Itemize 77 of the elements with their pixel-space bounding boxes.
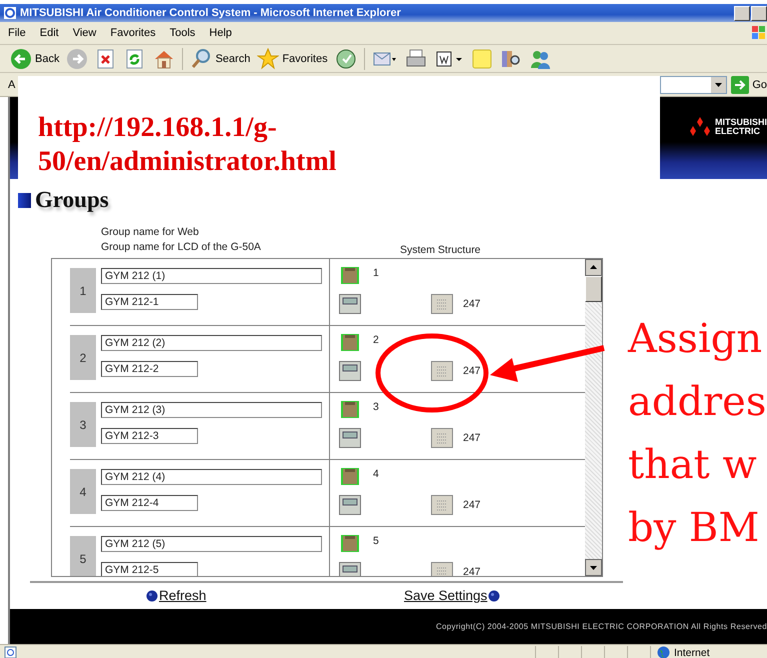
menu-item[interactable]: Help [209,27,232,39]
remote-controller-icon[interactable] [339,495,361,515]
page-icon [4,646,18,658]
address-field[interactable] [660,76,728,94]
controller-address: 247 [463,365,481,377]
heading-marker-icon [18,192,31,208]
scroll-thumb[interactable] [585,276,602,302]
controller-address: 247 [463,566,481,576]
group-number: 5 [70,536,96,576]
column-label: System Structure [399,243,482,258]
controller-address: 247 [463,432,481,444]
browser-icon [3,6,17,20]
web-name-field[interactable]: GYM 212 (1) [101,268,322,284]
unit-number: 5 [373,535,379,547]
unit-number: 1 [373,267,379,279]
controller-address: 247 [463,499,481,511]
window-title: MITSUBISHI Air Conditioner Control System - Microsoft Internet Explorer [20,7,402,19]
annotation-note: Assign addres that w by BM [628,315,766,553]
windows-logo-icon [751,25,767,41]
address-label: A [8,78,16,90]
column-label: Group name for LCD of the G-50A [101,240,262,255]
unit-number: 2 [373,334,379,346]
search-icon [190,48,212,70]
star-icon [257,48,280,70]
save-settings-link[interactable]: Save Settings [404,588,488,603]
back-button[interactable]: Back [10,48,60,70]
scroll-up-icon[interactable] [585,259,602,276]
menu-item[interactable]: File [8,27,26,39]
group-number: 1 [70,268,96,313]
indoor-unit-icon[interactable] [339,265,361,286]
web-name-field[interactable]: GYM 212 (3) [101,402,322,418]
lcd-name-field[interactable]: GYM 212-3 [101,428,198,444]
zone-label: Internet [674,646,710,658]
bullet-icon [488,590,500,602]
favorites-button[interactable]: Favorites [257,48,328,70]
unit-number: 4 [373,468,379,480]
search-button[interactable]: Search [190,48,250,70]
lcd-name-field[interactable]: GYM 212-1 [101,294,198,310]
scroll-down-icon[interactable] [585,559,602,576]
indoor-unit-icon[interactable] [339,399,361,420]
maximize-button[interactable] [751,6,767,20]
lcd-name-field[interactable]: GYM 212-4 [101,495,198,511]
brand-name: MITSUBISHI ELECTRIC [714,118,767,136]
menu-item[interactable]: View [72,27,96,39]
web-name-field[interactable]: GYM 212 (5) [101,536,322,552]
column-label: Group name for Web [101,225,200,240]
page-heading: Groups [35,187,109,213]
web-name-field[interactable]: GYM 212 (4) [101,469,322,485]
group-number: 4 [70,469,96,514]
remote-controller-icon[interactable] [339,361,361,381]
copyright-text: Copyright(C) 2004-2005 MITSUBISHI ELECTRIC CORPORATION All Rights Reserved [436,622,767,631]
refresh-link[interactable]: Refresh [159,588,206,603]
diamond-logo-icon [689,117,711,137]
remote-controller-icon[interactable] [339,428,361,448]
unit-number: 3 [373,401,379,413]
menu-item[interactable]: Edit [40,27,59,39]
lcd-name-field[interactable]: GYM 212-2 [101,361,198,377]
remote-controller-icon[interactable] [339,562,361,576]
globe-icon [657,646,670,658]
remote-controller-icon[interactable] [339,294,361,314]
indoor-unit-icon[interactable] [339,466,361,487]
group-number: 2 [70,335,96,380]
group-number: 3 [70,402,96,447]
indoor-unit-icon[interactable] [339,332,361,353]
go-button[interactable]: Go [727,76,767,94]
scrollbar[interactable] [585,259,602,576]
menu-item[interactable]: Tools [170,27,196,39]
media-icon[interactable] [334,48,357,70]
web-name-field[interactable]: GYM 212 (2) [101,335,322,351]
url-annotation: http://192.168.1.1/g- 50/en/administrator.html [38,111,338,179]
indoor-unit-icon[interactable] [339,533,361,554]
controller-address: 247 [463,298,481,310]
menu-item[interactable]: Favorites [110,27,156,39]
printer-icon[interactable] [404,48,427,70]
bullet-icon [146,590,158,602]
lcd-name-field[interactable]: GYM 212-5 [101,562,198,576]
minimize-button[interactable] [734,6,750,20]
